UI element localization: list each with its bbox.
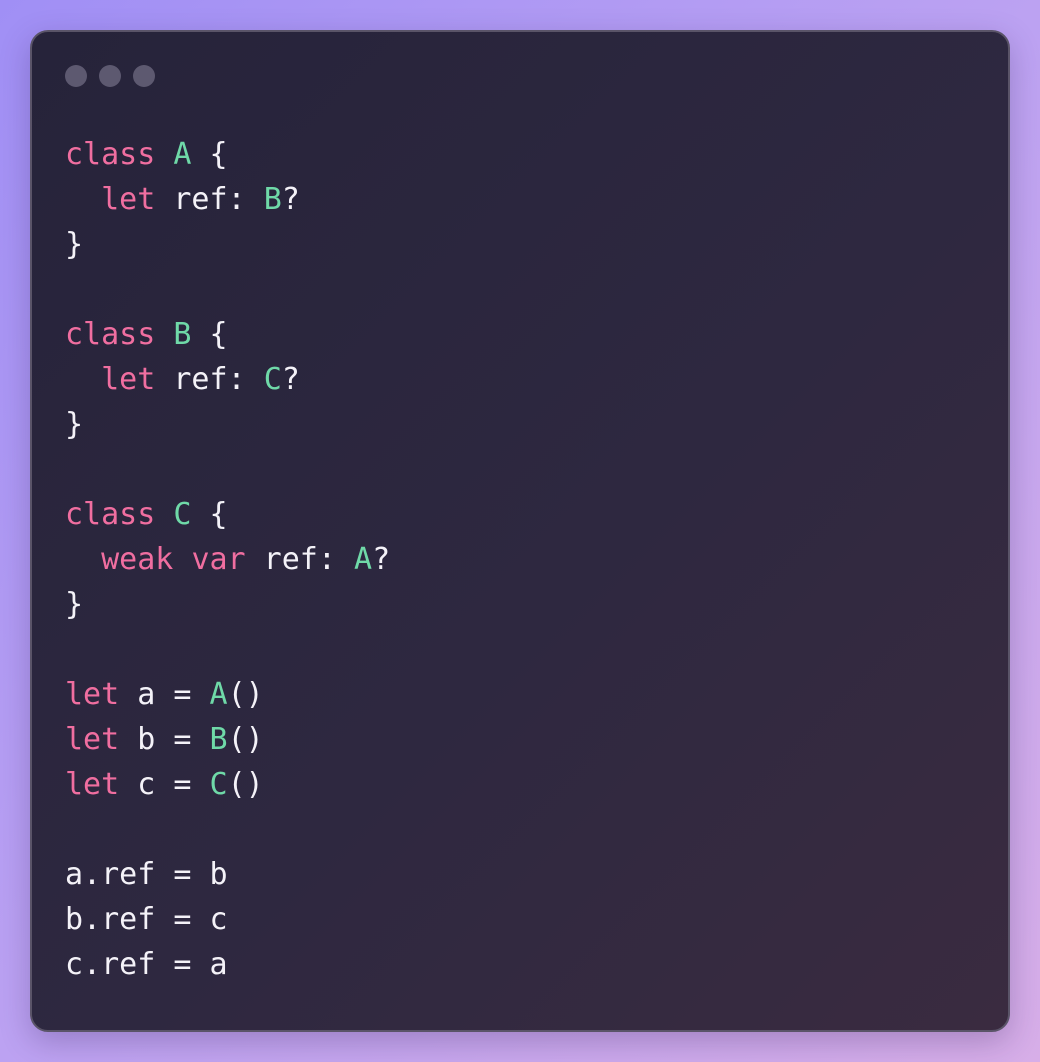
code-text: () [227,722,264,757]
code-window: class A { let ref: B?} class B { let ref:… [30,30,1010,1032]
code-line: class B { [65,312,390,357]
minimize-dot-icon[interactable] [99,65,121,87]
code-text: b.ref = c [65,902,228,937]
code-type: C [263,362,282,397]
code-line: let ref: C? [65,357,390,402]
code-type: B [209,722,228,757]
close-dot-icon[interactable] [65,65,87,87]
code-keyword: weak [101,542,174,577]
code-text: { [191,137,228,172]
code-line: let a = A() [65,672,390,717]
code-type: B [263,182,282,217]
code-line: a.ref = b [65,852,390,897]
code-type: A [209,677,228,712]
zoom-dot-icon[interactable] [133,65,155,87]
code-line: class A { [65,132,390,177]
code-line: } [65,222,390,267]
code-text: } [65,587,84,622]
code-line: } [65,582,390,627]
code-text: } [65,407,84,442]
code-keyword: class [65,137,156,172]
code-type: B [173,317,192,352]
code-keyword: class [65,317,156,352]
code-text: a.ref = b [65,857,228,892]
code-keyword: class [65,497,156,532]
window-controls [65,65,155,87]
code-keyword: let [101,362,156,397]
code-line: weak var ref: A? [65,537,390,582]
code-type: A [354,542,373,577]
code-keyword: let [65,677,120,712]
code-type: C [209,767,228,802]
code-text: b = [119,722,210,757]
code-line: let b = B() [65,717,390,762]
code-text: a = [119,677,210,712]
code-line: c.ref = a [65,942,390,987]
code-line: let ref: B? [65,177,390,222]
code-keyword: var [191,542,246,577]
code-keyword: let [101,182,156,217]
code-text: ref: [155,182,264,217]
code-text: () [227,677,264,712]
code-text: c.ref = a [65,947,228,982]
code-line: let c = C() [65,762,390,807]
code-text: { [191,497,228,532]
code-text: } [65,227,84,262]
code-line: class C { [65,492,390,537]
code-text: ref: [245,542,354,577]
code-line: b.ref = c [65,897,390,942]
code-text: ref: [155,362,264,397]
code-keyword: let [65,722,120,757]
code-text: ? [281,182,300,217]
code-text: c = [119,767,210,802]
code-line: } [65,402,390,447]
code-block: class A { let ref: B?} class B { let ref:… [65,132,390,987]
code-type: A [173,137,192,172]
code-text: ? [372,542,391,577]
code-text: ? [281,362,300,397]
code-keyword: let [65,767,120,802]
code-type: C [173,497,192,532]
code-text: { [191,317,228,352]
code-text: () [227,767,264,802]
